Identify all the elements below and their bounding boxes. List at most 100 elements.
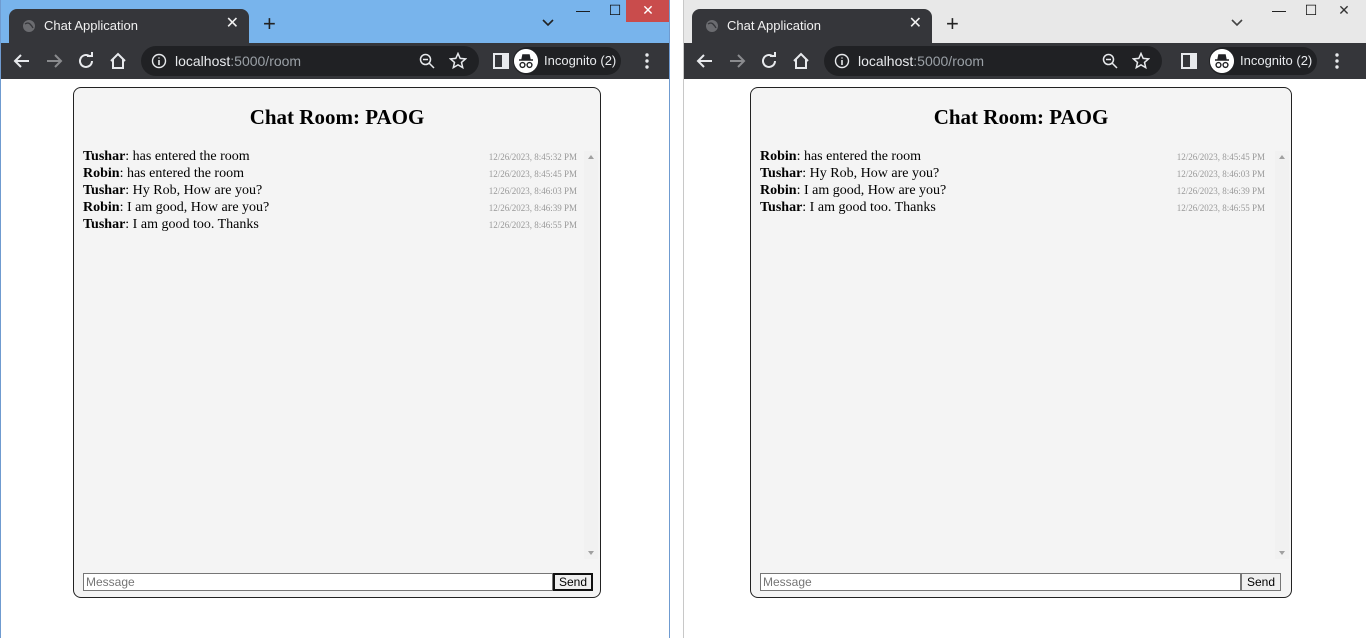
info-icon[interactable] xyxy=(834,53,850,69)
message-timestamp: 12/26/2023, 8:45:45 PM xyxy=(1176,152,1265,162)
scroll-down-icon[interactable] xyxy=(588,551,594,555)
close-window-button[interactable]: ✕ xyxy=(626,0,669,22)
globe-icon xyxy=(23,20,35,32)
browser-tab[interactable]: Chat Application ✕ xyxy=(692,9,932,43)
message-timestamp: 12/26/2023, 8:46:55 PM xyxy=(488,220,577,230)
incognito-label: Incognito (2) xyxy=(1240,53,1313,68)
message-text: : has entered the room xyxy=(119,166,244,181)
page-viewport: Chat Room: PAOG Tushar: has entered the … xyxy=(1,79,669,638)
reload-icon[interactable] xyxy=(760,52,778,70)
close-window-button[interactable]: ✕ xyxy=(1322,0,1366,22)
message-row: Robin: has entered the room 12/26/2023, … xyxy=(83,166,577,183)
message-timestamp: 12/26/2023, 8:46:03 PM xyxy=(488,186,577,196)
tab-close-icon[interactable]: ✕ xyxy=(226,16,239,32)
message-scrollbar[interactable] xyxy=(1275,151,1289,559)
message-sender: Robin xyxy=(760,183,797,198)
home-icon[interactable] xyxy=(109,52,127,70)
info-icon[interactable] xyxy=(151,53,167,69)
scroll-up-icon[interactable] xyxy=(588,155,594,159)
chevron-down-icon[interactable] xyxy=(1231,17,1243,29)
message-sender: Tushar xyxy=(760,200,803,215)
message-sender: Robin xyxy=(760,149,797,164)
message-row: Tushar: has entered the room 12/26/2023,… xyxy=(83,149,577,166)
tab-close-icon[interactable]: ✕ xyxy=(909,16,922,32)
browser-toolbar: localhost:5000/room Incognito (2) xyxy=(1,43,669,79)
message-text: : I am good too. Thanks xyxy=(125,217,259,232)
zoom-icon[interactable] xyxy=(1102,53,1118,69)
new-tab-button[interactable]: + xyxy=(263,13,276,35)
message-sender: Tushar xyxy=(83,149,126,164)
message-row: Tushar: I am good too. Thanks 12/26/2023… xyxy=(760,200,1265,217)
browser-toolbar: localhost:5000/room Incognito (2) xyxy=(684,43,1366,79)
tab-title: Chat Application xyxy=(727,18,821,33)
message-timestamp: 12/26/2023, 8:45:45 PM xyxy=(488,169,577,179)
window-controls: — ☐ ✕ xyxy=(1257,0,1366,22)
browser-tab[interactable]: Chat Application ✕ xyxy=(9,9,249,43)
incognito-indicator[interactable]: Incognito (2) xyxy=(1209,47,1317,75)
back-icon[interactable] xyxy=(696,52,714,70)
message-composer: Send xyxy=(83,573,594,591)
message-input[interactable] xyxy=(760,573,1241,591)
reload-icon[interactable] xyxy=(77,52,95,70)
message-sender: Tushar xyxy=(83,217,126,232)
message-text: : I am good, How are you? xyxy=(119,200,270,215)
browser-window-left: Chat Application ✕ + — ☐ ✕ localhost:500… xyxy=(0,0,670,638)
chevron-down-icon[interactable] xyxy=(542,17,554,29)
title-bar: Chat Application ✕ + — ☐ ✕ xyxy=(1,0,669,43)
message-sender: Tushar xyxy=(760,166,803,181)
globe-icon xyxy=(706,20,718,32)
star-icon[interactable] xyxy=(449,52,467,70)
address-bar[interactable]: localhost:5000/room xyxy=(824,46,1162,76)
incognito-icon xyxy=(1210,49,1234,73)
forward-icon[interactable] xyxy=(45,52,63,70)
message-input[interactable] xyxy=(83,573,553,591)
message-sender: Robin xyxy=(83,200,120,215)
url-text: localhost:5000/room xyxy=(175,53,302,69)
zoom-icon[interactable] xyxy=(419,53,435,69)
message-text: : Hy Rob, How are you? xyxy=(802,166,940,181)
message-row: Robin: has entered the room 12/26/2023, … xyxy=(760,149,1265,166)
message-sender: Robin xyxy=(83,166,120,181)
back-icon[interactable] xyxy=(13,52,31,70)
message-row: Tushar: Hy Rob, How are you? 12/26/2023,… xyxy=(83,183,577,200)
message-timestamp: 12/26/2023, 8:46:55 PM xyxy=(1176,203,1265,213)
window-controls: — ☐ ✕ xyxy=(561,0,669,22)
message-text: : Hy Rob, How are you? xyxy=(125,183,263,198)
chat-room-title: Chat Room: PAOG xyxy=(933,105,1109,129)
forward-icon[interactable] xyxy=(728,52,746,70)
message-row: Robin: I am good, How are you? 12/26/202… xyxy=(83,200,577,217)
message-scrollbar[interactable] xyxy=(584,151,598,559)
message-row: Robin: I am good, How are you? 12/26/202… xyxy=(760,183,1265,200)
desktop: Chat Application ✕ + — ☐ ✕ localhost:500… xyxy=(0,0,1366,638)
message-composer: Send xyxy=(760,573,1282,591)
url-text: localhost:5000/room xyxy=(858,53,985,69)
incognito-label: Incognito (2) xyxy=(544,53,617,68)
message-timestamp: 12/26/2023, 8:46:03 PM xyxy=(1176,169,1265,179)
home-icon[interactable] xyxy=(792,52,810,70)
message-text: : has entered the room xyxy=(125,149,250,164)
menu-icon[interactable] xyxy=(1334,52,1340,70)
message-text: : I am good, How are you? xyxy=(796,183,947,198)
incognito-indicator[interactable]: Incognito (2) xyxy=(513,47,621,75)
message-text: : has entered the room xyxy=(796,149,921,164)
message-list: Robin: has entered the room 12/26/2023, … xyxy=(760,149,1265,217)
message-timestamp: 12/26/2023, 8:46:39 PM xyxy=(1176,186,1265,196)
message-timestamp: 12/26/2023, 8:46:39 PM xyxy=(488,203,577,213)
star-icon[interactable] xyxy=(1132,52,1150,70)
message-row: Tushar: Hy Rob, How are you? 12/26/2023,… xyxy=(760,166,1265,183)
scroll-down-icon[interactable] xyxy=(1279,551,1285,555)
side-panel-icon[interactable] xyxy=(492,52,510,70)
new-tab-button[interactable]: + xyxy=(946,13,959,35)
send-button[interactable]: Send xyxy=(553,573,593,591)
chat-room-panel: Chat Room: PAOG Tushar: has entered the … xyxy=(73,87,601,598)
address-bar[interactable]: localhost:5000/room xyxy=(141,46,479,76)
send-button[interactable]: Send xyxy=(1241,573,1281,591)
tab-title: Chat Application xyxy=(44,18,138,33)
menu-icon[interactable] xyxy=(644,52,650,70)
scroll-up-icon[interactable] xyxy=(1279,155,1285,159)
message-timestamp: 12/26/2023, 8:45:32 PM xyxy=(488,152,577,162)
message-list: Tushar: has entered the room 12/26/2023,… xyxy=(83,149,577,234)
message-text: : I am good too. Thanks xyxy=(802,200,936,215)
side-panel-icon[interactable] xyxy=(1180,52,1198,70)
page-viewport: Chat Room: PAOG Robin: has entered the r… xyxy=(684,79,1366,638)
